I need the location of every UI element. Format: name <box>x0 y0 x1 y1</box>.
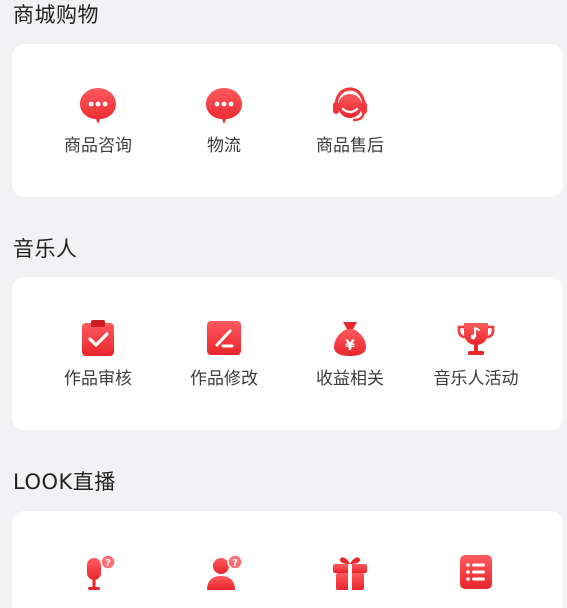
headset-icon <box>330 85 370 125</box>
item-live-1[interactable]: ? <box>35 552 161 608</box>
item-label: 收益相关 <box>316 369 384 389</box>
section-title-mall-shopping: 商城购物 <box>13 3 99 27</box>
item-logistics[interactable]: 物流 <box>161 85 287 165</box>
list-icon <box>456 552 496 592</box>
item-earnings[interactable]: ¥ 收益相关 <box>287 318 413 398</box>
musician-card: 作品审核 作品修改 ¥ 收益相关 音乐人活动 <box>12 277 563 430</box>
svg-text:¥: ¥ <box>345 338 355 354</box>
chat-bubble-icon <box>78 85 118 125</box>
customer-service-page: 商城购物 商品咨询 物流 商品售后 音乐人 作品审核 作品修改 ¥ 收益相关 音… <box>0 0 567 608</box>
mall-shopping-card: 商品咨询 物流 商品售后 <box>12 44 563 197</box>
section-title-look-live: LOOK直播 <box>13 470 116 494</box>
clipboard-check-icon <box>78 318 118 358</box>
item-label: 音乐人活动 <box>433 369 519 389</box>
chat-bubble-icon <box>204 85 244 125</box>
microphone-question-icon: ? <box>78 552 118 592</box>
gift-icon <box>330 552 370 592</box>
item-label: 作品修改 <box>190 369 258 389</box>
item-after-sales[interactable]: 商品售后 <box>287 85 413 165</box>
user-question-icon: ? <box>204 552 244 592</box>
item-work-review[interactable]: 作品审核 <box>35 318 161 398</box>
item-label: 作品审核 <box>64 369 132 389</box>
item-label: 商品售后 <box>316 136 384 156</box>
money-bag-icon: ¥ <box>330 318 370 358</box>
item-live-2[interactable]: ? <box>161 552 287 608</box>
section-title-musician: 音乐人 <box>13 237 78 261</box>
item-product-consult[interactable]: 商品咨询 <box>35 85 161 165</box>
svg-text:?: ? <box>105 558 111 569</box>
item-musician-activity[interactable]: 音乐人活动 <box>413 318 539 398</box>
item-work-edit[interactable]: 作品修改 <box>161 318 287 398</box>
look-live-card: ? ? <box>12 511 563 608</box>
edit-icon <box>204 318 244 358</box>
item-label: 商品咨询 <box>64 136 132 156</box>
svg-text:?: ? <box>232 558 238 569</box>
item-label: 物流 <box>207 136 241 156</box>
item-live-3[interactable] <box>287 552 413 608</box>
item-live-4[interactable] <box>413 552 539 608</box>
trophy-icon <box>456 318 496 358</box>
